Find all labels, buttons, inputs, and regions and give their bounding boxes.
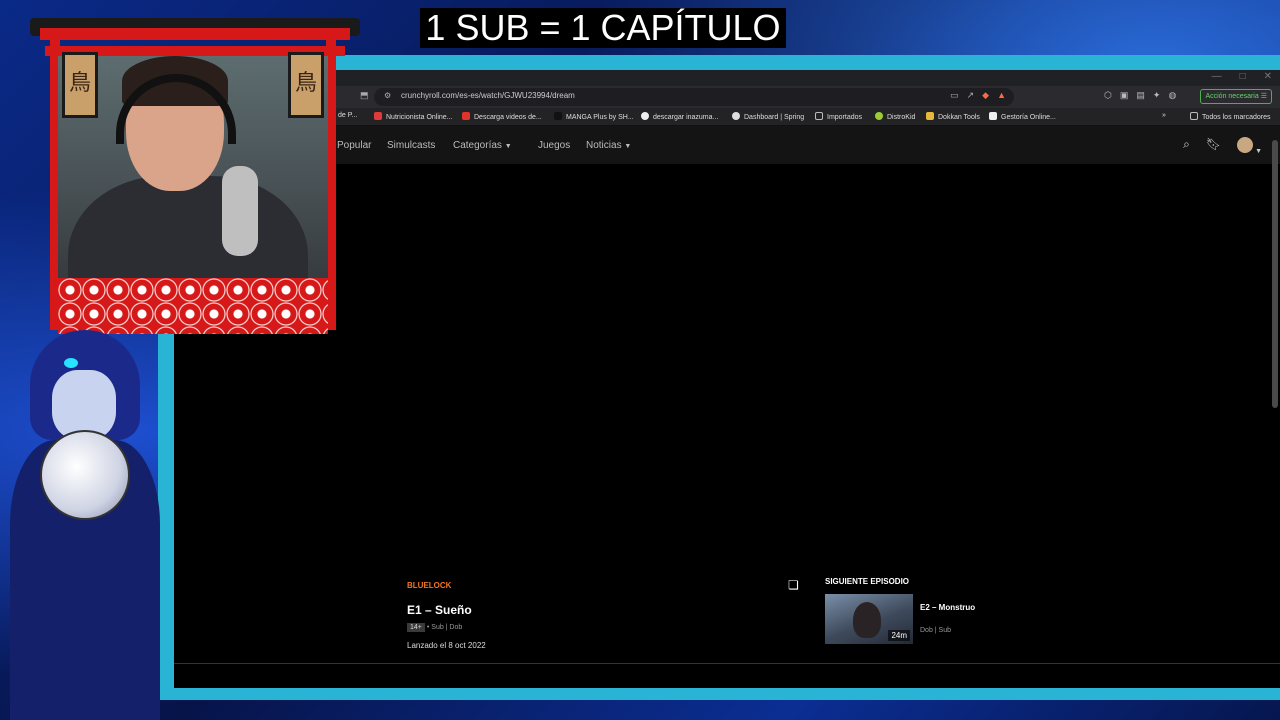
bookmark-favicon-icon (462, 112, 470, 120)
bookmark-label: Descarga videos de... (474, 114, 542, 121)
next-episode-meta: Dob | Sub (920, 627, 952, 634)
next-episode-label: SIGUIENTE EPISODIO (825, 577, 910, 586)
bookmark-label: DistroKid (887, 114, 916, 121)
nav-categorias[interactable]: Categorías ▼ (453, 140, 512, 151)
character-eye (64, 358, 78, 368)
bookmark-favicon-icon (989, 112, 997, 120)
bookmark-favicon-icon (554, 112, 562, 120)
bookmark-label: Dashboard | Spring (744, 114, 805, 121)
caret-down-icon: ▼ (504, 143, 512, 150)
site-info-icon[interactable]: ⚙ (384, 91, 391, 100)
bookmark-item[interactable]: DistroKid (875, 112, 915, 121)
torii-beam (40, 28, 350, 40)
bookmark-item[interactable]: MANGA Plus by SH... (554, 112, 634, 121)
profile-menu[interactable]: ▼ (1237, 137, 1262, 156)
vpn-icon[interactable]: ◍ (1168, 90, 1176, 101)
soccer-ball-icon (40, 430, 130, 520)
webcam-overlay: 鳥 鳥 (0, 0, 360, 340)
release-date: Lanzado el 8 oct 2022 (407, 641, 486, 650)
bookmark-label: descargar inazuma... (653, 114, 719, 121)
sidebar-icon[interactable]: ▤ (1136, 90, 1145, 101)
extension-icons: ⬡ ▣ ▤ ✦ ◍ (1104, 90, 1176, 101)
bookmark-item[interactable]: Descarga videos de... (462, 112, 542, 121)
nav-simulcasts[interactable]: Simulcasts (387, 140, 435, 151)
all-bookmarks-folder[interactable]: Todos los marcadores (1190, 112, 1270, 121)
bookmark-favicon-icon (875, 112, 883, 120)
bookmark-label: Nutricionista Online... (386, 114, 453, 121)
scrollbar[interactable] (1272, 140, 1278, 408)
bookmark-label: MANGA Plus by SH... (566, 114, 634, 121)
bookmark-favicon-icon (374, 112, 382, 120)
url-field[interactable]: ⚙ crunchyroll.com/es-es/watch/GJWU23994/… (374, 88, 1014, 106)
duration-badge: 24m (888, 630, 910, 641)
window-controls: — □ ✕ (1212, 71, 1272, 82)
brave-rewards-icon[interactable]: ▲ (997, 90, 1006, 101)
bookmark-item[interactable]: descargar inazuma... (641, 112, 718, 121)
bookmark-folder[interactable]: Importados (815, 112, 862, 121)
bookmark-label: Gestoría Online... (1001, 114, 1056, 121)
caret-down-icon: ▼ (624, 143, 632, 150)
bookmark-label: Importados (827, 114, 863, 121)
url-text[interactable]: crunchyroll.com/es-es/watch/GJWU23994/dr… (401, 91, 575, 100)
cast-icon[interactable]: ▭ (950, 90, 959, 101)
bookmark-item[interactable]: Gestoría Online... (989, 112, 1056, 121)
nav-juegos[interactable]: Juegos (538, 140, 570, 151)
episode-meta: 14+ • Sub | Dob (407, 623, 462, 632)
bookmark-favicon-icon (926, 112, 934, 120)
nav-label: Noticias (586, 140, 622, 151)
folder-icon (815, 112, 823, 120)
next-episode-thumbnail[interactable]: 24m (825, 594, 913, 644)
audio-langs: • Sub | Dob (426, 624, 463, 631)
episode-title: E1 – Sueño (407, 603, 472, 617)
brave-shield-icon[interactable]: ◆ (982, 90, 989, 101)
nav-actions: ⌕ 🔖︎ ▼ (1183, 137, 1262, 156)
rating-badge: 14+ (407, 623, 425, 632)
bookmark-item[interactable]: Dokkan Tools (926, 112, 980, 121)
series-title[interactable]: BLUELOCK (407, 581, 451, 590)
stream-title: 1 SUB = 1 CAPÍTULO (420, 8, 786, 48)
bookmark-label: Dokkan Tools (938, 114, 980, 121)
bookmarks-overflow-icon[interactable]: » (1162, 112, 1166, 119)
close-icon[interactable]: ✕ (1264, 71, 1272, 82)
nav-noticias[interactable]: Noticias ▼ (586, 140, 631, 151)
folder-icon (1190, 112, 1198, 120)
action-needed-button[interactable]: Acción necesaria ☰ (1200, 89, 1272, 104)
microphone-icon (222, 166, 258, 256)
bookmark-item[interactable]: Dashboard | Spring (732, 112, 804, 121)
maximize-icon[interactable]: □ (1240, 71, 1246, 82)
divider (174, 663, 1280, 664)
cloud-pattern (58, 278, 328, 334)
lantern-icon: 鳥 (62, 52, 98, 118)
extension-icon[interactable]: ⬡ (1104, 90, 1112, 101)
anime-character-art (0, 330, 160, 720)
watchlist-icon[interactable]: 🔖︎ (1206, 137, 1221, 156)
omnibox-actions: ▭ ↗ ◆ ▲ (950, 90, 1006, 101)
bookmark-label: Todos los marcadores (1202, 114, 1271, 121)
caret-down-icon: ▼ (1253, 148, 1262, 155)
bookmark-page-icon[interactable]: ⬒ (360, 90, 369, 101)
action-needed-label: Acción necesaria (1205, 93, 1259, 100)
share-icon[interactable]: ↗ (967, 90, 975, 101)
next-episode-title[interactable]: E2 – Monstruo (920, 603, 975, 612)
add-to-list-icon[interactable]: ❏ (788, 578, 799, 592)
avatar (1237, 137, 1254, 153)
minimize-icon[interactable]: — (1212, 71, 1222, 82)
thumbnail-figure (853, 602, 881, 638)
search-icon[interactable]: ⌕ (1183, 137, 1190, 156)
google-icon (641, 112, 649, 120)
lantern-icon: 鳥 (288, 52, 324, 118)
bookmark-item[interactable]: Nutricionista Online... (374, 112, 453, 121)
nav-label: Categorías (453, 140, 502, 151)
extension-icon[interactable]: ▣ (1120, 90, 1129, 101)
bookmark-favicon-icon (732, 112, 740, 120)
extensions-puzzle-icon[interactable]: ✦ (1153, 90, 1161, 101)
